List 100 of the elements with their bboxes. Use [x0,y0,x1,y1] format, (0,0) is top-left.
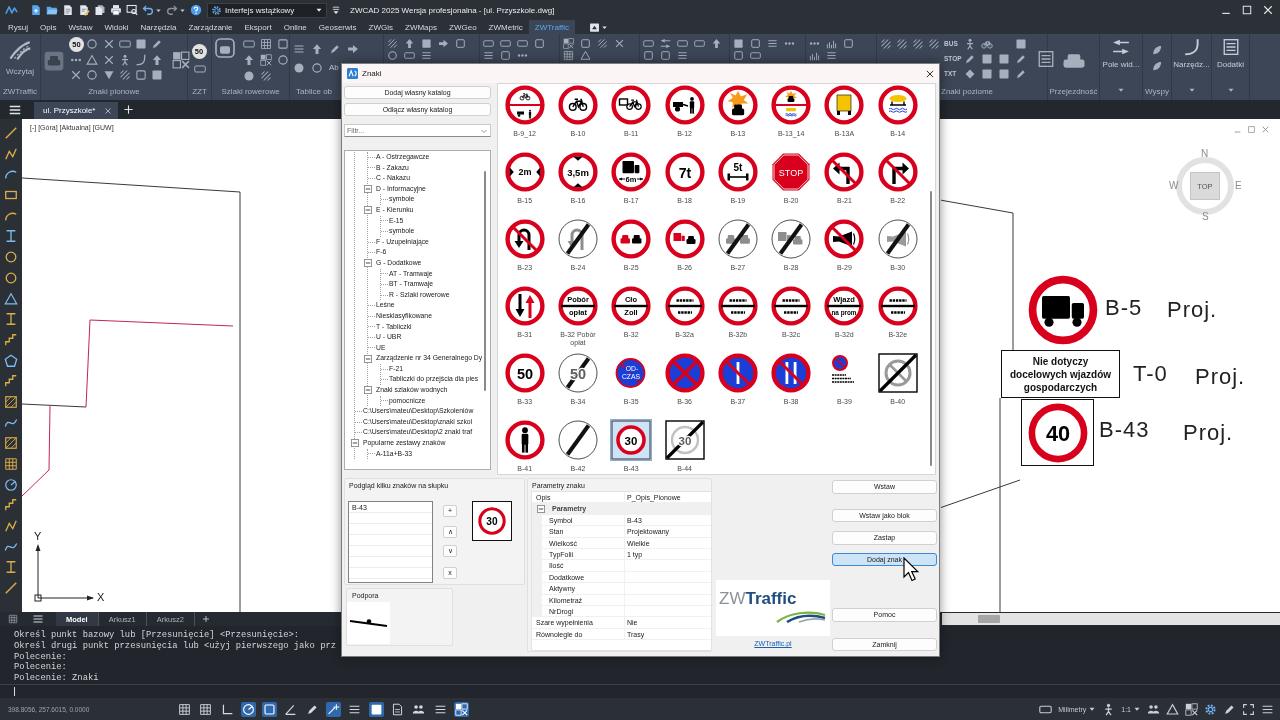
expand-icon[interactable] [1242,702,1255,716]
bike-icon[interactable] [981,38,993,50]
gear-icon[interactable] [1204,702,1217,716]
hatch-icon[interactable] [4,394,18,409]
collapse-icon[interactable] [537,504,545,513]
stairs-icon[interactable] [4,332,18,347]
diagonal-stripes-icon[interactable] [928,38,940,50]
arrow-up-icon[interactable] [243,54,255,66]
panel-toggle-icon[interactable] [589,21,600,33]
square-icon[interactable] [262,701,278,717]
workspace-dropdown[interactable]: Interfejs wstążkowy [207,2,327,18]
arrow-up-icon[interactable] [404,38,415,49]
tiles-icon[interactable] [171,51,190,69]
document-icon[interactable] [62,4,74,16]
ribbon-button[interactable]: Dodatki [1215,38,1246,69]
cross-icon[interactable] [102,38,115,50]
arrow-up-icon[interactable] [311,43,323,55]
caret-down-icon[interactable] [1226,86,1235,94]
menu-tab[interactable]: Zarządzanie [182,20,239,34]
dial-icon[interactable] [4,477,18,492]
square-icon[interactable] [843,38,854,49]
square-icon[interactable] [534,38,545,49]
triangle-icon[interactable] [86,53,99,66]
arrow-up-icon[interactable] [151,53,164,66]
diagonal-stripes-icon[interactable] [896,38,908,50]
collapse-icon[interactable] [363,386,372,395]
rounded-rectangle-icon[interactable] [500,38,511,49]
grid-icon[interactable] [260,38,272,50]
rounded-rectangle-icon[interactable] [118,38,131,50]
line-plus-icon[interactable] [326,701,342,717]
arrow-up-icon[interactable] [711,38,722,49]
arrow-right-icon[interactable] [347,43,359,55]
stairs-icon[interactable] [4,374,18,389]
caret-down-icon[interactable] [1088,705,1097,713]
rounded-rectangle-icon[interactable] [517,38,528,49]
filled-circle-icon[interactable] [293,62,305,74]
person-icon[interactable] [964,38,976,50]
bars-icon[interactable] [809,50,820,61]
square-icon[interactable] [455,38,466,49]
i-beam-icon[interactable] [4,312,18,327]
diamond-icon[interactable] [964,68,976,80]
document-pen-icon[interactable] [78,4,90,16]
triangle-icon[interactable] [4,291,18,306]
vertical-scrollbar[interactable] [930,191,932,466]
stairs-icon[interactable] [4,498,18,513]
horizontal-scrollbar[interactable] [942,613,1280,625]
square-icon[interactable] [277,38,289,50]
square-icon[interactable] [660,50,671,61]
menu-tab[interactable]: ZWMetric [482,20,529,34]
caret-down-icon[interactable] [1117,86,1125,94]
menu-tab[interactable]: Geoserwis [312,20,363,34]
circle-icon[interactable] [86,38,99,50]
dial-icon[interactable] [240,701,256,717]
vertical-scrollbar[interactable] [484,171,486,391]
pen-icon[interactable] [1015,68,1027,80]
ribbon-text-button[interactable]: Ab [329,62,339,74]
i-beam-icon[interactable] [4,560,18,575]
grid-icon[interactable] [4,457,18,471]
menu-tab[interactable]: Widoki [98,20,135,34]
rounded-square-icon[interactable] [215,38,235,58]
menu-tab[interactable]: ZWGis [362,20,399,34]
caret-down-icon[interactable] [155,6,162,14]
cross-icon[interactable] [102,53,115,66]
hatch-icon[interactable] [4,436,18,451]
caret-down-icon[interactable] [601,23,608,31]
ribbon-button[interactable]: Pole wid... [1103,38,1139,69]
pen-icon[interactable] [1015,53,1027,65]
collapse-icon[interactable] [363,259,372,268]
tiles-icon[interactable] [453,701,469,717]
polyline-icon[interactable] [4,146,18,161]
lines-icon[interactable] [483,50,494,61]
square-icon[interactable] [750,38,761,49]
car-tile-icon[interactable] [44,51,64,71]
filled-square-icon[interactable] [368,701,384,717]
tiles-icon[interactable] [1185,702,1198,716]
close-button[interactable] [925,68,935,79]
plus-icon[interactable] [123,104,134,115]
menu-tab[interactable]: Opis [34,20,63,34]
square-icon[interactable] [580,38,591,49]
square-icon[interactable] [135,69,148,81]
documents-icon[interactable] [94,4,106,16]
diagonal-stripes-icon[interactable] [118,69,131,81]
line-icon[interactable] [4,581,18,596]
triangle-down-icon[interactable] [102,69,115,81]
circle-icon[interactable] [4,270,18,285]
diagonal-stripes-icon[interactable] [260,70,272,82]
rounded-rectangle-icon[interactable] [643,38,654,49]
i-beam-icon[interactable] [4,229,18,244]
circle-icon[interactable] [277,54,289,66]
rounded-rectangle-icon[interactable] [750,50,761,61]
opposite-arrows-icon[interactable] [660,38,671,49]
grid-icon[interactable] [198,701,214,717]
square-icon[interactable] [733,50,744,61]
collapse-icon[interactable] [363,206,372,215]
collapse-icon[interactable] [363,185,372,194]
lines-icon[interactable] [826,50,837,61]
redo-icon[interactable] [166,4,178,16]
caret-down-icon[interactable] [1133,705,1141,713]
menu-tab[interactable]: Online [277,20,313,34]
leaf-icon[interactable] [1151,60,1163,72]
